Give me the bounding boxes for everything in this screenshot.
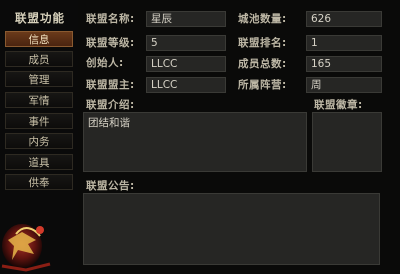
tab-members[interactable]: 成员 xyxy=(5,51,73,67)
emblem-label: 联盟徽章: xyxy=(314,99,363,111)
intro-label: 联盟介绍: xyxy=(86,99,135,111)
alliance-name-field: 星辰 xyxy=(146,11,226,27)
alliance-window: 联盟功能 信息 成员 管理 军情 事件 内务 道具 供奉 联盟名称: 星辰 城池… xyxy=(0,0,400,274)
alliance-rank-label: 联盟排名: xyxy=(238,37,287,49)
founder-field: LLCC xyxy=(146,56,226,72)
faction-field: 周 xyxy=(306,77,382,93)
tab-items[interactable]: 道具 xyxy=(5,154,73,170)
tab-info[interactable]: 信息 xyxy=(5,31,73,47)
tab-manage[interactable]: 管理 xyxy=(5,71,73,87)
notice-textbox[interactable] xyxy=(83,193,380,265)
emblem-box xyxy=(312,112,382,172)
alliance-rank-field: 1 xyxy=(306,35,382,51)
tab-tribute[interactable]: 供奉 xyxy=(5,174,73,190)
tab-internal[interactable]: 内务 xyxy=(5,133,73,149)
alliance-info-panel: 联盟名称: 星辰 城池数量: 626 联盟等级: 5 联盟排名: 1 创始人: … xyxy=(78,0,400,274)
city-count-field: 626 xyxy=(306,11,382,27)
notice-label: 联盟公告: xyxy=(86,180,135,192)
alliance-leader-field: LLCC xyxy=(146,77,226,93)
intro-textbox[interactable]: 团结和谐 xyxy=(83,112,307,172)
alliance-level-label: 联盟等级: xyxy=(86,37,135,49)
game-logo-icon xyxy=(1,224,51,272)
city-count-label: 城池数量: xyxy=(238,13,287,25)
tab-military[interactable]: 军情 xyxy=(5,92,73,108)
tab-events[interactable]: 事件 xyxy=(5,113,73,129)
member-count-field: 165 xyxy=(306,56,382,72)
alliance-leader-label: 联盟盟主: xyxy=(86,79,135,91)
alliance-sidebar: 联盟功能 信息 成员 管理 军情 事件 内务 道具 供奉 xyxy=(0,0,78,274)
alliance-name-label: 联盟名称: xyxy=(86,13,135,25)
alliance-level-field: 5 xyxy=(146,35,226,51)
founder-label: 创始人: xyxy=(86,57,124,69)
sidebar-title: 联盟功能 xyxy=(15,11,65,25)
member-count-label: 成员总数: xyxy=(238,58,287,70)
faction-label: 所属阵营: xyxy=(238,79,287,91)
